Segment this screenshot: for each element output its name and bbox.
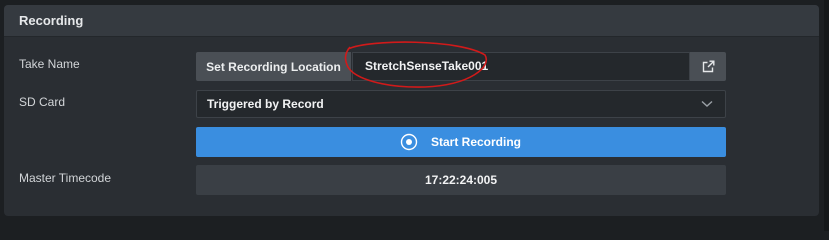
panel-title: Recording: [19, 13, 84, 28]
start-recording-label: Start Recording: [430, 135, 521, 149]
master-timecode-label: Master Timecode: [19, 171, 112, 185]
master-timecode-display: 17:22:24:005: [196, 165, 726, 195]
recording-panel: Recording Take Name Set Recording Locati…: [4, 5, 819, 216]
set-recording-location-label: Set Recording Location: [206, 59, 341, 74]
master-timecode-value: 17:22:24:005: [424, 173, 498, 187]
take-name-input[interactable]: StretchSenseTake001: [352, 52, 690, 81]
take-name-value: StretchSenseTake001: [365, 59, 489, 73]
record-icon: [400, 133, 418, 151]
chevron-down-icon: [701, 100, 713, 107]
panel-header: Recording: [4, 5, 819, 37]
take-name-label: Take Name: [19, 57, 80, 71]
sd-card-selected-value: Triggered by Record: [207, 97, 324, 111]
open-location-button[interactable]: [690, 52, 726, 81]
sd-card-label: SD Card: [19, 95, 66, 109]
sd-card-select[interactable]: Triggered by Record: [196, 90, 726, 118]
set-recording-location-button[interactable]: Set Recording Location: [196, 52, 351, 81]
start-recording-button[interactable]: Start Recording: [196, 127, 726, 157]
window-edge: [824, 0, 829, 231]
external-link-icon: [702, 60, 714, 73]
